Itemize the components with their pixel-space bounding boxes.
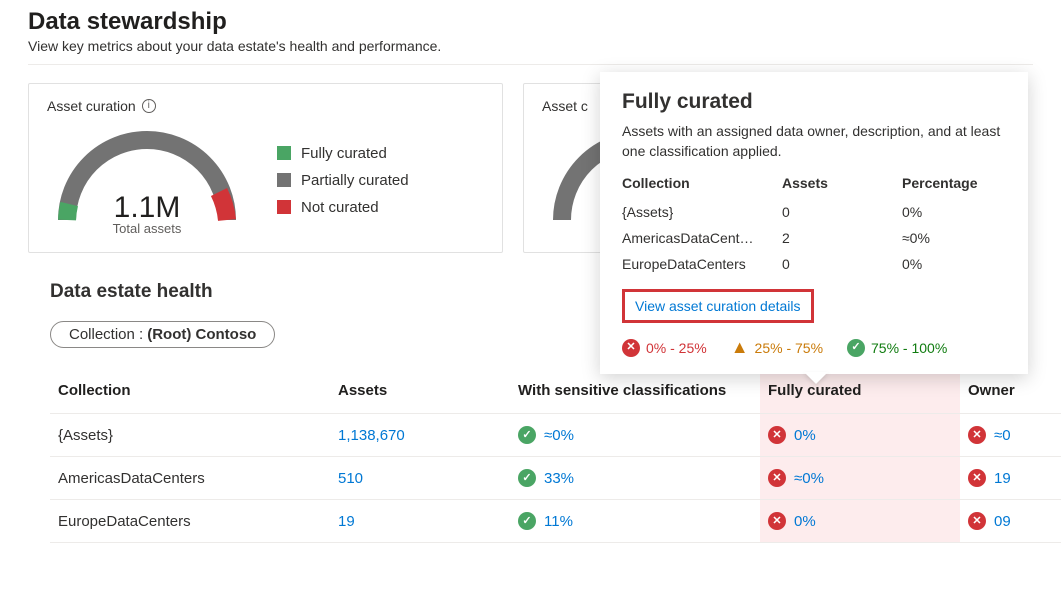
asset-curation-card: Asset curation i 1.1M Total assets	[28, 83, 503, 253]
page-subtitle: View key metrics about your data estate'…	[28, 38, 1033, 54]
page-title: Data stewardship	[28, 8, 1033, 36]
popover-cell-percentage: ≈0%	[902, 225, 1006, 251]
popover-cell-collection: AmericasDataCent…	[622, 230, 754, 246]
cell-fully: ✕ 0%	[768, 426, 948, 444]
check-icon: ✓	[518, 426, 536, 444]
popover-cell-assets: 0	[782, 251, 902, 277]
legend-label-partial: Partially curated	[301, 172, 409, 189]
popover-cell-collection: {Assets}	[622, 204, 673, 220]
popover-cell-assets: 0	[782, 199, 902, 225]
popover-th-collection: Collection	[622, 171, 782, 199]
legend-low: ✕ 0% - 25%	[622, 339, 707, 357]
collection-filter-pill[interactable]: Collection : (Root) Contoso	[50, 321, 275, 348]
fully-curated-popover: Fully curated Assets with an assigned da…	[600, 72, 1028, 374]
popover-row: EuropeDataCenters 00%	[622, 251, 1006, 277]
cell-assets-link[interactable]: 19	[338, 513, 355, 530]
popover-cell-collection: EuropeDataCenters	[622, 256, 746, 272]
error-icon: ✕	[968, 512, 986, 530]
health-table-wrap: Collection Assets With sensitive classif…	[50, 372, 1033, 543]
legend-label-not: Not curated	[301, 199, 379, 216]
th-fully[interactable]: Fully curated	[760, 372, 960, 414]
swatch-not-icon	[277, 200, 291, 214]
cell-collection: AmericasDataCenters	[50, 457, 330, 500]
cell-fully-link[interactable]: 0%	[794, 513, 816, 530]
th-assets[interactable]: Assets	[330, 372, 510, 414]
cell-sensitive-link[interactable]: 33%	[544, 470, 574, 487]
legend-mid-label: 25% - 75%	[755, 340, 823, 356]
cell-sensitive-link[interactable]: 11%	[544, 513, 573, 530]
error-icon: ✕	[968, 426, 986, 444]
error-icon: ✕	[768, 469, 786, 487]
cell-owner-link[interactable]: 09	[994, 513, 1011, 530]
error-icon: ✕	[622, 339, 640, 357]
card-title-row: Asset curation i	[47, 98, 484, 114]
check-icon: ✓	[518, 469, 536, 487]
view-curation-details-link[interactable]: View asset curation details	[622, 289, 814, 323]
card-title: Asset curation	[47, 98, 136, 114]
legend-low-label: 0% - 25%	[646, 340, 707, 356]
card2-title: Asset c	[542, 98, 588, 114]
popover-th-percentage: Percentage	[902, 171, 1006, 199]
popover-title: Fully curated	[622, 90, 1006, 114]
cell-sensitive: ✓ 33%	[518, 469, 748, 487]
gauge-value: 1.1M	[114, 191, 181, 225]
popover-cell-assets: 2	[782, 225, 902, 251]
legend-high-label: 75% - 100%	[871, 340, 947, 356]
check-icon: ✓	[847, 339, 865, 357]
cell-owner: ✕ 09	[968, 512, 1058, 530]
cell-assets-link[interactable]: 1,138,670	[338, 427, 405, 444]
cell-owner: ✕ ≈0	[968, 426, 1058, 444]
cell-owner-link[interactable]: ≈0	[994, 427, 1011, 444]
swatch-partial-icon	[277, 173, 291, 187]
popover-legend: ✕ 0% - 25% ▲ 25% - 75% ✓ 75% - 100%	[622, 337, 1006, 358]
filter-value: (Root) Contoso	[147, 326, 256, 343]
info-icon[interactable]: i	[142, 99, 156, 113]
cell-sensitive: ✓ 11%	[518, 512, 748, 530]
filter-label: Collection :	[69, 326, 143, 343]
popover-cell-percentage: 0%	[902, 199, 1006, 225]
cell-collection: EuropeDataCenters	[50, 500, 330, 543]
gauge-legend: Fully curated Partially curated Not cura…	[277, 145, 409, 216]
popover-row: {Assets} 00%	[622, 199, 1006, 225]
warning-icon: ▲	[731, 337, 749, 358]
divider	[28, 64, 1033, 65]
th-collection[interactable]: Collection	[50, 372, 330, 414]
legend-item-fully: Fully curated	[277, 145, 409, 162]
cell-sensitive: ✓ ≈0%	[518, 426, 748, 444]
table-row: AmericasDataCenters 510 ✓ 33% ✕ ≈0% ✕ 19	[50, 457, 1061, 500]
health-table: Collection Assets With sensitive classif…	[50, 372, 1061, 543]
popover-row: AmericasDataCent… 2≈0%	[622, 225, 1006, 251]
cell-fully-link[interactable]: 0%	[794, 427, 816, 444]
swatch-fully-icon	[277, 146, 291, 160]
error-icon: ✕	[968, 469, 986, 487]
table-row: EuropeDataCenters 19 ✓ 11% ✕ 0% ✕ 09	[50, 500, 1061, 543]
th-sensitive[interactable]: With sensitive classifications	[510, 372, 760, 414]
cell-fully: ✕ ≈0%	[768, 469, 948, 487]
popover-table: Collection Assets Percentage {Assets} 00%…	[622, 171, 1006, 277]
legend-label-fully: Fully curated	[301, 145, 387, 162]
legend-item-not: Not curated	[277, 199, 409, 216]
cell-owner-link[interactable]: 19	[994, 470, 1011, 487]
error-icon: ✕	[768, 426, 786, 444]
th-owner[interactable]: Owner	[960, 372, 1061, 414]
legend-mid: ▲ 25% - 75%	[731, 337, 823, 358]
popover-th-assets: Assets	[782, 171, 902, 199]
gauge-label: Total assets	[113, 221, 182, 236]
cell-collection: {Assets}	[50, 414, 330, 457]
popover-cell-percentage: 0%	[902, 251, 1006, 277]
cell-fully: ✕ 0%	[768, 512, 948, 530]
error-icon: ✕	[768, 512, 786, 530]
legend-high: ✓ 75% - 100%	[847, 339, 947, 357]
cell-fully-link[interactable]: ≈0%	[794, 470, 824, 487]
cell-sensitive-link[interactable]: ≈0%	[544, 427, 574, 444]
cell-assets-link[interactable]: 510	[338, 470, 363, 487]
gauge-chart: 1.1M Total assets	[47, 120, 247, 240]
legend-item-partial: Partially curated	[277, 172, 409, 189]
cell-owner: ✕ 19	[968, 469, 1058, 487]
popover-description: Assets with an assigned data owner, desc…	[622, 122, 1006, 161]
check-icon: ✓	[518, 512, 536, 530]
table-row: {Assets} 1,138,670 ✓ ≈0% ✕ 0% ✕ ≈0	[50, 414, 1061, 457]
